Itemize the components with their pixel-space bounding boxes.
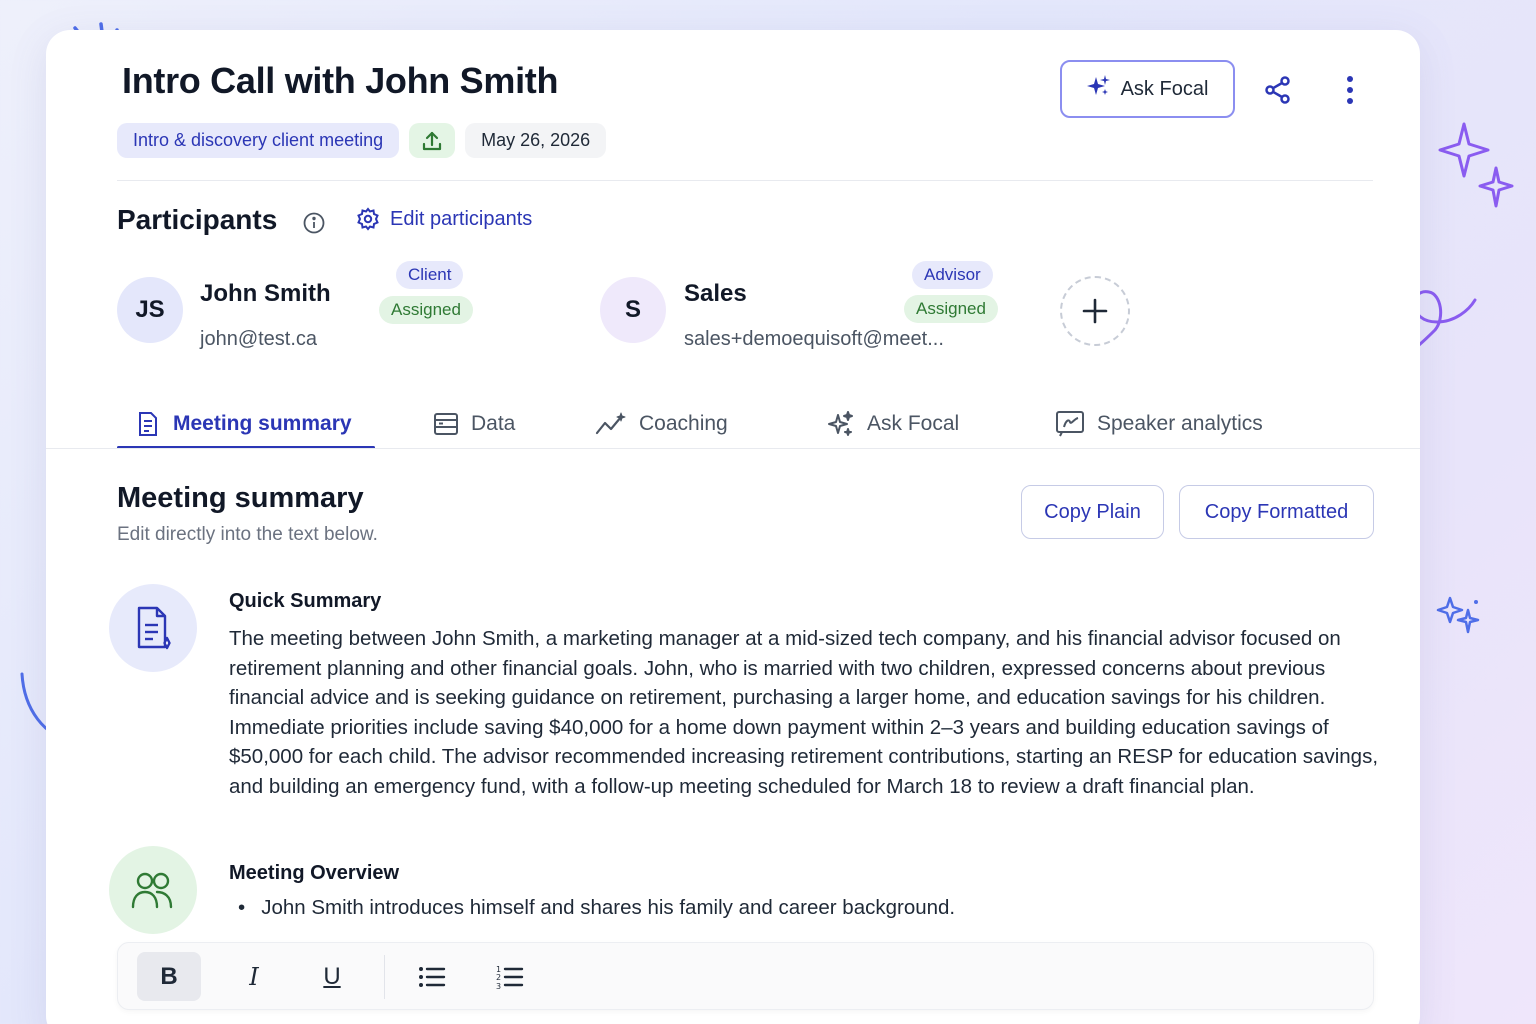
overview-title: Meeting Overview: [229, 862, 400, 884]
edit-participants-link[interactable]: Edit participants: [356, 207, 532, 231]
gear-icon: [357, 207, 379, 231]
tab-coaching[interactable]: Coaching: [595, 400, 728, 448]
share-button[interactable]: [1258, 70, 1298, 110]
plus-icon: [1082, 298, 1108, 324]
tab-label: Coaching: [639, 412, 728, 435]
toolbar-separator: [384, 955, 385, 999]
bullet-list-icon: [419, 966, 446, 987]
formatting-toolbar: B I U 1 2 3: [117, 942, 1374, 1010]
avatar: JS: [117, 277, 183, 343]
role-badge: Client: [396, 261, 464, 289]
header-divider: [117, 180, 1373, 181]
table-icon: [434, 413, 458, 435]
ask-focal-label: Ask Focal: [1120, 77, 1209, 100]
copy-plain-button[interactable]: Copy Plain: [1021, 485, 1164, 539]
sparkle-decoration-mid-right: [1436, 596, 1480, 634]
document-edit-icon: [137, 606, 171, 650]
tab-bar: Meeting summary Data Coaching Ask Focal: [117, 400, 1420, 450]
tab-label: Data: [471, 412, 516, 435]
copy-formatted-button[interactable]: Copy Formatted: [1179, 485, 1374, 539]
tab-label: Ask Focal: [867, 412, 960, 435]
page-title: Intro Call with John Smith: [122, 60, 559, 101]
quick-summary-badge: [109, 584, 197, 672]
summary-subtitle: Edit directly into the text below.: [117, 524, 378, 545]
participant-name: Sales: [684, 280, 747, 307]
participant-name: John Smith: [200, 280, 331, 307]
tab-speaker-analytics[interactable]: Speaker analytics: [1055, 400, 1263, 448]
italic-button[interactable]: I: [222, 952, 286, 1001]
tab-label: Speaker analytics: [1097, 412, 1263, 435]
numbered-list-button[interactable]: 1 2 3: [478, 952, 542, 1001]
meeting-card: Intro Call with John Smith Ask Focal Int…: [46, 30, 1420, 1024]
quick-summary-title: Quick Summary: [229, 590, 382, 612]
bullet-dot: •: [238, 896, 246, 919]
users-icon: [131, 872, 173, 909]
svg-text:2: 2: [496, 973, 501, 982]
more-vertical-icon: [1347, 76, 1353, 104]
ask-focal-button[interactable]: Ask Focal: [1060, 60, 1235, 118]
add-participant-button[interactable]: [1060, 276, 1130, 346]
tabs-divider: [46, 448, 1420, 449]
meeting-date-chip: May 26, 2026: [465, 123, 607, 158]
sparkle-icon: [828, 411, 853, 436]
tab-meeting-summary[interactable]: Meeting summary: [135, 400, 352, 448]
upload-button[interactable]: [409, 123, 456, 158]
overview-badge: [109, 846, 197, 934]
bold-button[interactable]: B: [137, 952, 201, 1001]
list-item-text: John Smith introduces himself and shares…: [261, 896, 956, 919]
quick-summary-text[interactable]: The meeting between John Smith, a market…: [229, 624, 1389, 802]
sparkle-decoration-top-right: [1438, 122, 1514, 208]
participants-heading: Participants: [117, 204, 278, 235]
trend-icon: [595, 412, 626, 435]
upload-icon: [423, 131, 442, 150]
analytics-icon: [1056, 411, 1084, 437]
avatar: S: [600, 277, 666, 343]
tab-ask-focal[interactable]: Ask Focal: [827, 400, 959, 448]
underline-button[interactable]: U: [300, 952, 364, 1001]
status-badge: Assigned: [904, 295, 998, 323]
tab-label: Meeting summary: [173, 412, 352, 435]
status-badge: Assigned: [379, 296, 473, 324]
document-icon: [139, 412, 157, 436]
meeting-meta-chips: Intro & discovery client meeting May 26,…: [117, 123, 607, 158]
sparkle-icon: [1086, 74, 1111, 104]
more-options-button[interactable]: [1330, 70, 1370, 110]
list-item[interactable]: • John Smith introduces himself and shar…: [238, 896, 955, 920]
role-badge: Advisor: [912, 261, 993, 289]
meeting-type-chip: Intro & discovery client meeting: [117, 123, 400, 158]
tab-data[interactable]: Data: [433, 400, 515, 448]
participant-email: sales+demoequisoft@meet...: [684, 328, 944, 350]
bullet-list-button[interactable]: [400, 952, 464, 1001]
share-icon: [1265, 76, 1290, 104]
numbered-list-icon: 1 2 3: [496, 965, 524, 990]
summary-heading: Meeting summary: [117, 482, 364, 514]
svg-text:3: 3: [496, 982, 501, 990]
info-icon[interactable]: [302, 211, 326, 235]
participant-email: john@test.ca: [200, 328, 318, 350]
edit-participants-label: Edit participants: [390, 207, 533, 230]
